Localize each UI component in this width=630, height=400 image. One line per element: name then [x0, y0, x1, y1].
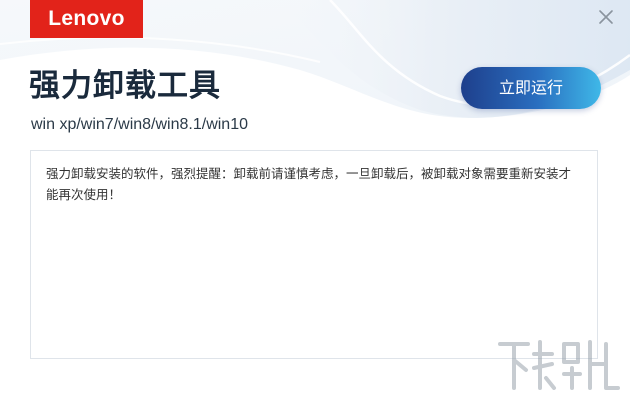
site-watermark-logo [498, 340, 620, 390]
run-now-button[interactable]: 立即运行 [461, 67, 601, 109]
uninstaller-window: Lenovo 强力卸载工具 win xp/win7/win8/win8.1/wi… [0, 0, 630, 400]
close-icon [599, 10, 613, 24]
app-title: 强力卸载工具 [29, 68, 221, 104]
os-compatibility-text: win xp/win7/win8/win8.1/win10 [31, 116, 248, 133]
lenovo-logo: Lenovo [30, 0, 143, 38]
description-box: 强力卸载安装的软件，强烈提醒：卸载前请谨慎考虑，一旦卸载后，被卸载对象需要重新安… [30, 150, 598, 359]
description-text: 强力卸载安装的软件，强烈提醒：卸载前请谨慎考虑，一旦卸载后，被卸载对象需要重新安… [46, 166, 572, 202]
close-button[interactable] [596, 7, 616, 27]
